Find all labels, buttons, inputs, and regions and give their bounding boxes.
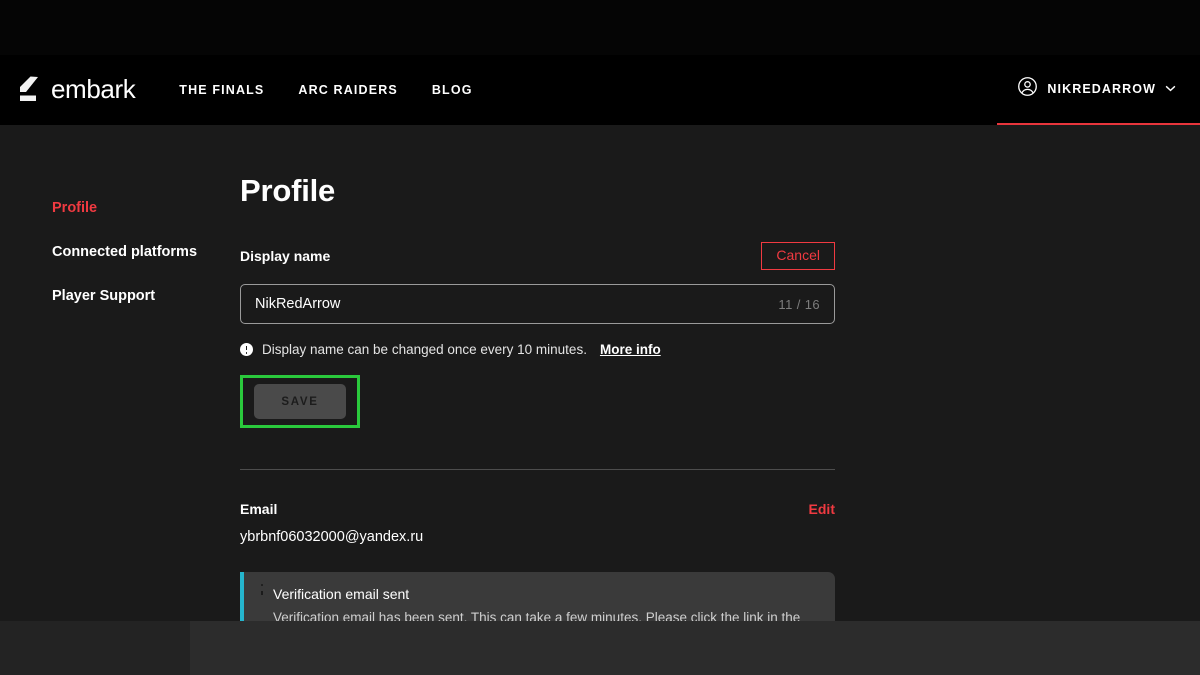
save-button-highlight: SAVE <box>240 375 360 428</box>
character-counter: 11 / 16 <box>778 297 820 312</box>
brand-logo[interactable]: embark <box>18 75 135 105</box>
site-header: embark THE FINALS ARC RAIDERS BLOG NIKRE… <box>0 55 1200 125</box>
page: embark THE FINALS ARC RAIDERS BLOG NIKRE… <box>0 55 1200 621</box>
verification-notice: Verification email sent Verification ema… <box>240 572 835 621</box>
notice-text: Verification email has been sent. This c… <box>273 608 817 621</box>
browser-bottom-strip <box>0 621 1200 675</box>
page-title: Profile <box>240 173 1200 209</box>
display-name-label: Display name <box>240 248 330 264</box>
notice-title: Verification email sent <box>273 586 817 603</box>
edit-email-link[interactable]: Edit <box>809 501 835 517</box>
info-icon <box>240 343 253 356</box>
section-divider <box>240 469 835 470</box>
nav-link-the-finals[interactable]: THE FINALS <box>179 83 264 97</box>
display-name-header: Display name Cancel <box>240 242 835 270</box>
display-name-value[interactable]: NikRedArrow <box>255 296 778 312</box>
main-nav: THE FINALS ARC RAIDERS BLOG <box>179 83 472 97</box>
brand-wordmark: embark <box>51 76 135 104</box>
cancel-button[interactable]: Cancel <box>761 242 835 270</box>
browser-top-strip <box>0 0 1200 55</box>
content: Profile Connected platforms Player Suppo… <box>0 125 1200 621</box>
embark-logo-icon <box>18 75 42 105</box>
browser-bottom-inner <box>190 621 1200 675</box>
sidebar-item-profile[interactable]: Profile <box>52 200 240 216</box>
email-header: Email Edit <box>240 501 835 517</box>
nav-link-arc-raiders[interactable]: ARC RAIDERS <box>298 83 397 97</box>
user-name-label: NIKREDARROW <box>1047 82 1156 96</box>
sidebar-item-connected-platforms[interactable]: Connected platforms <box>52 244 240 260</box>
email-value: ybrbnf06032000@yandex.ru <box>240 529 1200 545</box>
sidebar: Profile Connected platforms Player Suppo… <box>0 173 240 621</box>
save-button[interactable]: SAVE <box>254 384 346 419</box>
nav-link-blog[interactable]: BLOG <box>432 83 473 97</box>
user-circle-icon <box>1017 76 1038 102</box>
user-menu[interactable]: NIKREDARROW <box>997 55 1200 125</box>
helper-text: Display name can be changed once every 1… <box>262 342 587 357</box>
display-name-helper: Display name can be changed once every 1… <box>240 342 1200 357</box>
screen: embark THE FINALS ARC RAIDERS BLOG NIKRE… <box>0 0 1200 675</box>
chevron-down-icon <box>1165 84 1176 95</box>
display-name-input[interactable]: NikRedArrow 11 / 16 <box>240 284 835 324</box>
sidebar-item-player-support[interactable]: Player Support <box>52 288 240 304</box>
notice-body: Verification email sent Verification ema… <box>273 586 817 621</box>
main-panel: Profile Display name Cancel NikRedArrow … <box>240 173 1200 621</box>
email-label: Email <box>240 501 277 517</box>
more-info-link[interactable]: More info <box>600 342 661 357</box>
